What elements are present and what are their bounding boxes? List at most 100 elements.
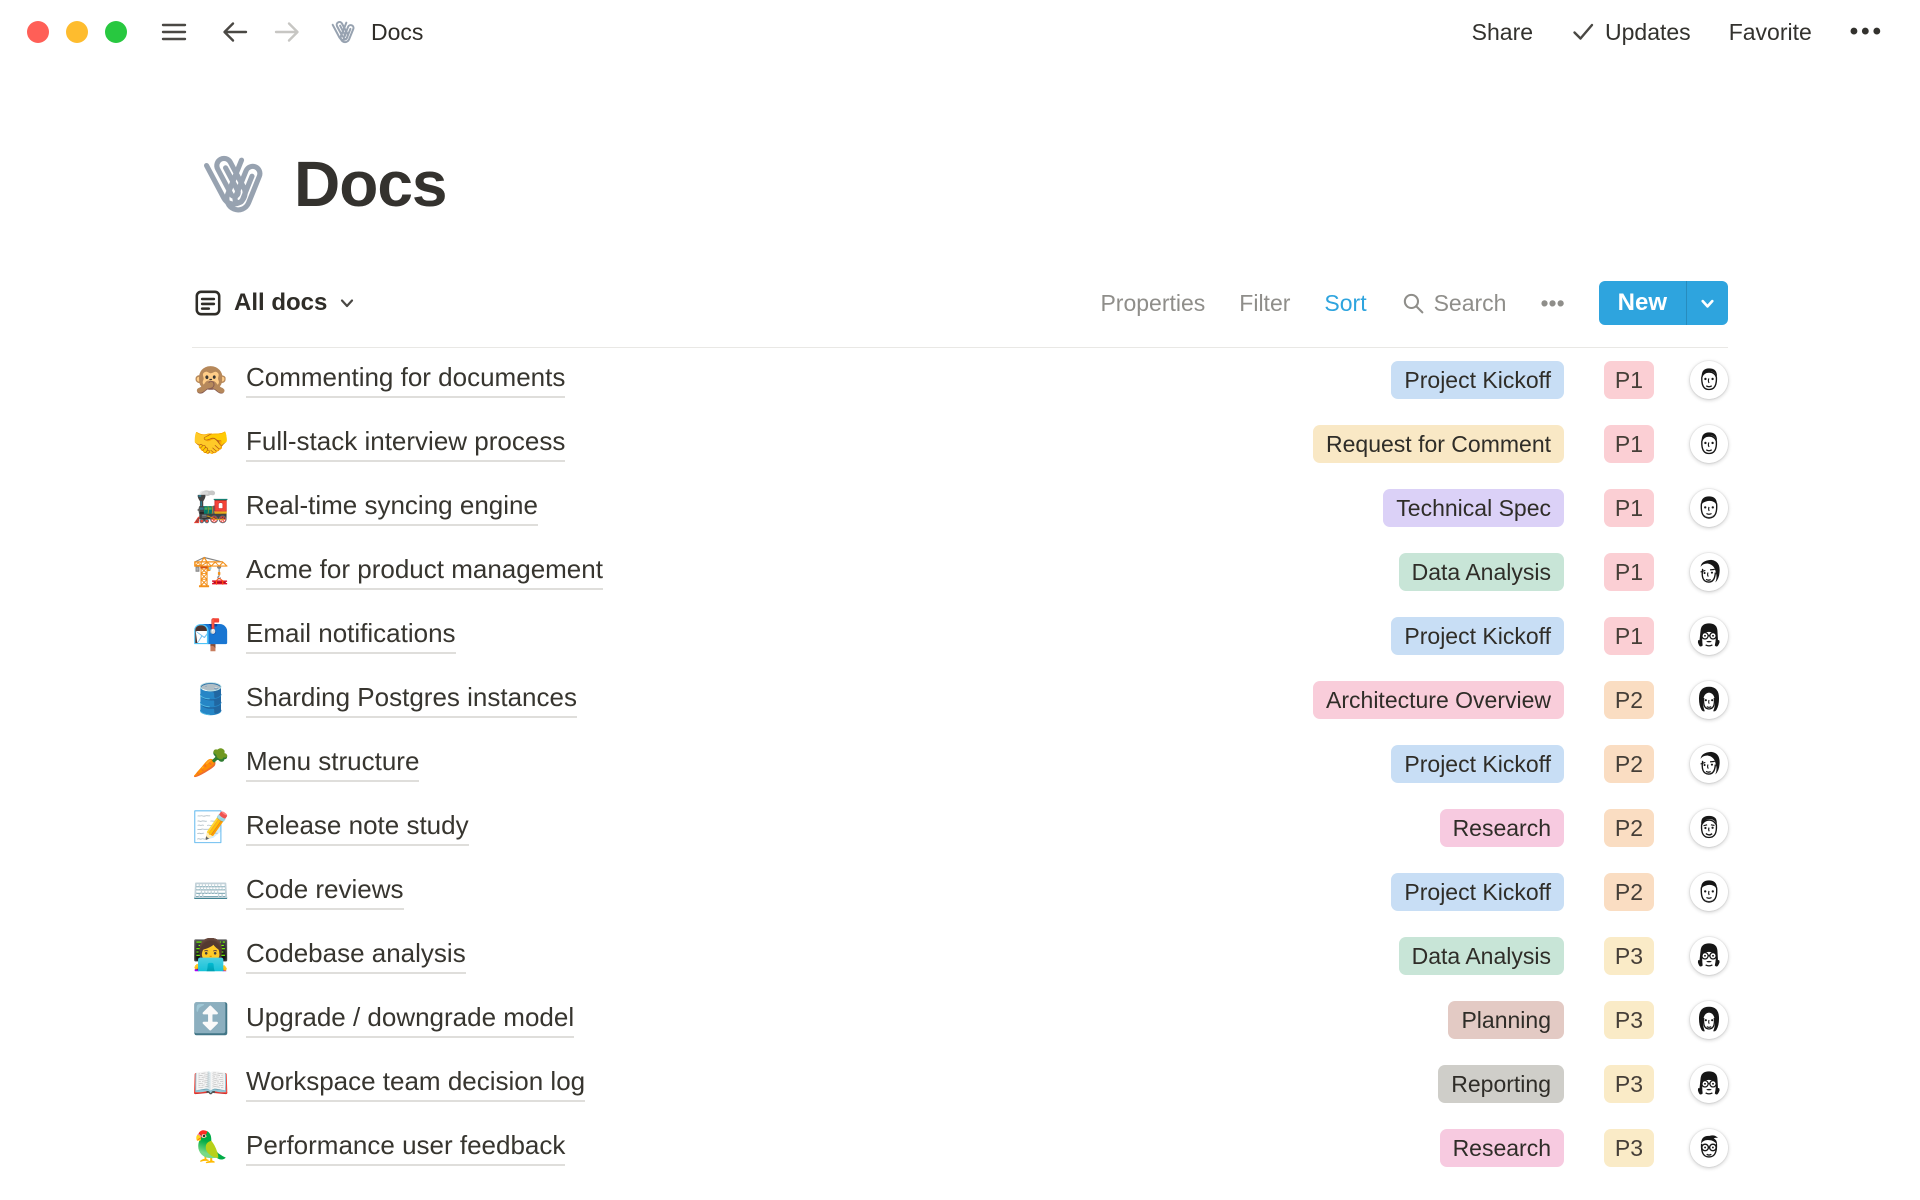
- avatar: [1690, 681, 1728, 719]
- view-switcher-all-docs[interactable]: All docs: [192, 287, 357, 319]
- table-row[interactable]: 🏗️ Acme for product management Data Anal…: [192, 540, 1728, 604]
- priority-badge: P1: [1604, 553, 1654, 591]
- doc-title-link[interactable]: Menu structure: [246, 746, 419, 782]
- avatar: [1690, 1129, 1728, 1167]
- doc-title-link[interactable]: Sharding Postgres instances: [246, 682, 577, 718]
- avatar: [1690, 361, 1728, 399]
- doc-emoji-icon: 📬: [192, 621, 230, 651]
- favorite-button[interactable]: Favorite: [1729, 19, 1812, 46]
- back-arrow-icon: [220, 18, 250, 46]
- doc-table-body: 🙊 Commenting for documents Project Kicko…: [192, 348, 1728, 1180]
- traffic-lights: [27, 21, 127, 43]
- table-row[interactable]: 🤝 Full-stack interview process Request f…: [192, 412, 1728, 476]
- titlebar: Docs Share Updates Favorite •••: [0, 0, 1920, 64]
- sidebar-menu-button[interactable]: [159, 19, 189, 45]
- chevron-down-icon: [1698, 294, 1717, 313]
- forward-arrow-icon: [272, 18, 302, 46]
- table-row[interactable]: ↕️ Upgrade / downgrade model Planning P3: [192, 988, 1728, 1052]
- paperclip-icon: [327, 16, 359, 48]
- doc-title-link[interactable]: Performance user feedback: [246, 1130, 565, 1166]
- doc-title-link[interactable]: Acme for product management: [246, 554, 603, 590]
- chevron-down-icon: [337, 293, 357, 313]
- back-button[interactable]: [220, 18, 250, 46]
- tag-badge: Data Analysis: [1399, 937, 1564, 975]
- priority-badge: P1: [1604, 489, 1654, 527]
- priority-badge: P2: [1604, 745, 1654, 783]
- doc-list-icon: [192, 287, 224, 319]
- tag-badge: Planning: [1448, 1001, 1564, 1039]
- table-more-button[interactable]: •••: [1540, 290, 1564, 317]
- avatar: [1690, 617, 1728, 655]
- tag-badge: Research: [1440, 809, 1564, 847]
- hamburger-icon: [159, 19, 189, 45]
- priority-badge: P3: [1604, 1065, 1654, 1103]
- doc-emoji-icon: 👩‍💻: [192, 941, 230, 971]
- table-row[interactable]: 📖 Workspace team decision log Reporting …: [192, 1052, 1728, 1116]
- doc-emoji-icon: 📝: [192, 813, 230, 843]
- checkmark-icon: [1571, 21, 1595, 43]
- tag-badge: Data Analysis: [1399, 553, 1564, 591]
- tag-badge: Research: [1440, 1129, 1564, 1167]
- avatar: [1690, 1065, 1728, 1103]
- forward-button[interactable]: [272, 18, 302, 46]
- tag-badge: Reporting: [1438, 1065, 1564, 1103]
- sort-button[interactable]: Sort: [1324, 290, 1366, 317]
- table-row[interactable]: 🙊 Commenting for documents Project Kicko…: [192, 348, 1728, 412]
- filter-button[interactable]: Filter: [1239, 290, 1290, 317]
- doc-emoji-icon: ⌨️: [192, 877, 230, 907]
- tag-badge: Request for Comment: [1313, 425, 1564, 463]
- page-paperclip-icon: [192, 143, 274, 225]
- share-button[interactable]: Share: [1472, 19, 1533, 46]
- doc-emoji-icon: 🤝: [192, 429, 230, 459]
- table-row[interactable]: ⌨️ Code reviews Project Kickoff P2: [192, 860, 1728, 924]
- window-more-button[interactable]: •••: [1850, 18, 1884, 46]
- doc-title-link[interactable]: Real-time syncing engine: [246, 490, 538, 526]
- search-button[interactable]: Search: [1401, 290, 1507, 317]
- doc-title-link[interactable]: Upgrade / downgrade model: [246, 1002, 574, 1038]
- new-split-button: New: [1599, 281, 1728, 325]
- doc-title-link[interactable]: Codebase analysis: [246, 938, 466, 974]
- page-title: Docs: [294, 147, 447, 221]
- doc-emoji-icon: 🏗️: [192, 557, 230, 587]
- doc-title-link[interactable]: Full-stack interview process: [246, 426, 565, 462]
- table-row[interactable]: 📬 Email notifications Project Kickoff P1: [192, 604, 1728, 668]
- doc-title-link[interactable]: Email notifications: [246, 618, 456, 654]
- doc-title-link[interactable]: Workspace team decision log: [246, 1066, 585, 1102]
- avatar: [1690, 937, 1728, 975]
- zoom-window-button[interactable]: [105, 21, 127, 43]
- doc-emoji-icon: ↕️: [192, 1005, 230, 1035]
- view-toolbar: All docs Properties Filter Sort Search •…: [192, 280, 1728, 326]
- ellipsis-icon: •••: [1850, 18, 1884, 46]
- doc-title-link[interactable]: Commenting for documents: [246, 362, 565, 398]
- updates-button[interactable]: Updates: [1571, 19, 1691, 46]
- doc-emoji-icon: 🛢️: [192, 685, 230, 715]
- avatar: [1690, 745, 1728, 783]
- ellipsis-icon: •••: [1540, 290, 1564, 317]
- avatar: [1690, 553, 1728, 591]
- table-row[interactable]: 👩‍💻 Codebase analysis Data Analysis P3: [192, 924, 1728, 988]
- doc-emoji-icon: 🥕: [192, 749, 230, 779]
- minimize-window-button[interactable]: [66, 21, 88, 43]
- close-window-button[interactable]: [27, 21, 49, 43]
- priority-badge: P2: [1604, 873, 1654, 911]
- tag-badge: Architecture Overview: [1313, 681, 1564, 719]
- table-row[interactable]: 🛢️ Sharding Postgres instances Architect…: [192, 668, 1728, 732]
- table-row[interactable]: 🦜 Performance user feedback Research P3: [192, 1116, 1728, 1180]
- table-row[interactable]: 🚂 Real-time syncing engine Technical Spe…: [192, 476, 1728, 540]
- doc-title-link[interactable]: Release note study: [246, 810, 469, 846]
- tag-badge: Technical Spec: [1383, 489, 1564, 527]
- avatar: [1690, 425, 1728, 463]
- new-button[interactable]: New: [1599, 281, 1686, 325]
- doc-emoji-icon: 🦜: [192, 1133, 230, 1163]
- doc-title-link[interactable]: Code reviews: [246, 874, 404, 910]
- table-row[interactable]: 📝 Release note study Research P2: [192, 796, 1728, 860]
- doc-emoji-icon: 🙊: [192, 365, 230, 395]
- new-dropdown-button[interactable]: [1686, 281, 1728, 325]
- properties-button[interactable]: Properties: [1100, 290, 1205, 317]
- priority-badge: P1: [1604, 617, 1654, 655]
- priority-badge: P1: [1604, 361, 1654, 399]
- table-row[interactable]: 🥕 Menu structure Project Kickoff P2: [192, 732, 1728, 796]
- window-doc-title: Docs: [371, 19, 423, 46]
- breadcrumb[interactable]: Docs: [327, 16, 423, 48]
- tag-badge: Project Kickoff: [1391, 617, 1564, 655]
